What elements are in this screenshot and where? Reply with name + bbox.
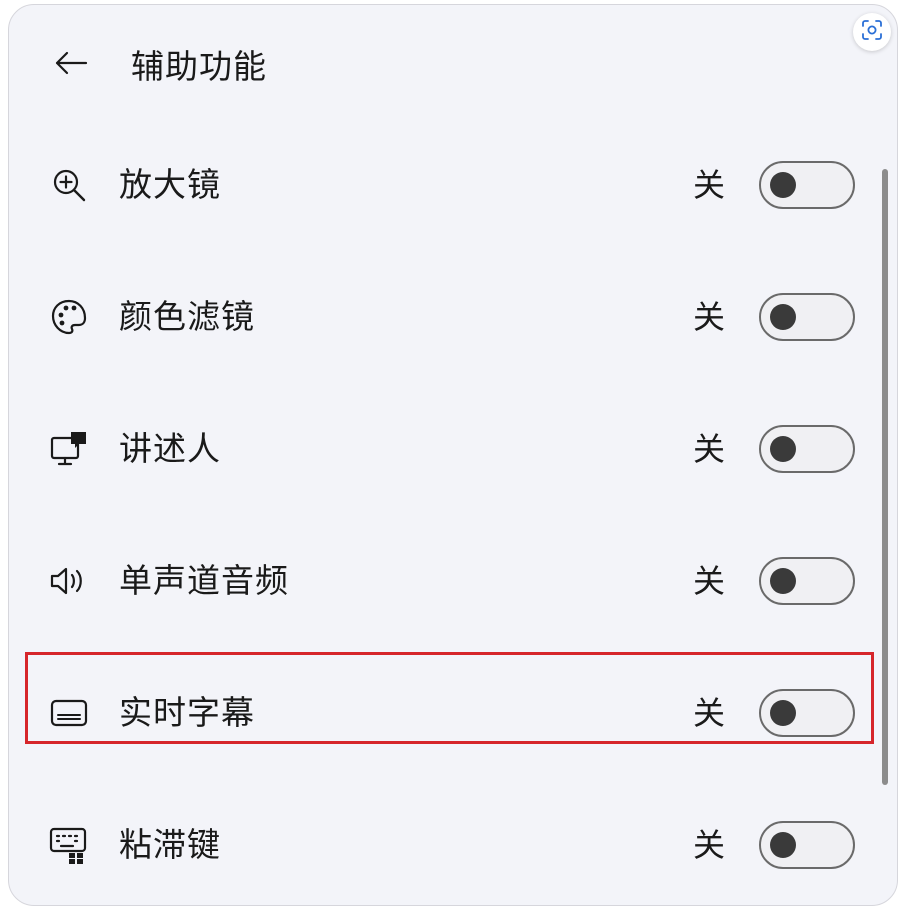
toggle-state-text: 关 (693, 562, 726, 600)
setting-row-narrator[interactable]: 讲述人 关 (9, 403, 881, 495)
setting-row-color-filters[interactable]: 颜色滤镜 关 (9, 271, 881, 363)
accessibility-panel: 辅助功能 放大镜 关 颜色滤镜 关 讲述人 关 单声道音频 关 实时字幕 关 粘… (8, 4, 898, 906)
magnifier-plus-icon (49, 165, 89, 205)
arrow-left-icon (54, 51, 88, 79)
screen-scan-icon (861, 19, 883, 45)
setting-label: 单声道音频 (119, 561, 289, 600)
panel-header: 辅助功能 (9, 5, 897, 115)
setting-row-live-captions[interactable]: 实时字幕 关 (9, 667, 881, 759)
keyboard-icon (49, 825, 89, 865)
back-button[interactable] (49, 43, 93, 87)
magnifier-toggle[interactable] (759, 161, 855, 209)
captions-icon (49, 693, 89, 733)
toggle-state-text: 关 (693, 826, 726, 864)
scrollbar[interactable] (882, 169, 888, 785)
toggle-knob (770, 172, 796, 198)
setting-label: 放大镜 (119, 165, 221, 204)
narrator-toggle[interactable] (759, 425, 855, 473)
palette-icon (49, 297, 89, 337)
toggle-state-text: 关 (693, 166, 726, 204)
narrator-monitor-icon (49, 429, 89, 469)
toggle-state-text: 关 (693, 694, 726, 732)
toggle-state-text: 关 (693, 430, 726, 468)
setting-label: 讲述人 (119, 429, 221, 468)
speaker-icon (49, 561, 89, 601)
toggle-state-text: 关 (693, 298, 726, 336)
toggle-knob (770, 436, 796, 462)
page-title: 辅助功能 (131, 47, 267, 86)
toggle-knob (770, 700, 796, 726)
screen-scan-button[interactable] (853, 13, 891, 51)
setting-label: 颜色滤镜 (119, 297, 255, 336)
toggle-knob (770, 832, 796, 858)
setting-label: 实时字幕 (119, 693, 255, 732)
sticky-keys-toggle[interactable] (759, 821, 855, 869)
setting-row-magnifier[interactable]: 放大镜 关 (9, 139, 881, 231)
live-captions-toggle[interactable] (759, 689, 855, 737)
toggle-knob (770, 568, 796, 594)
setting-row-mono-audio[interactable]: 单声道音频 关 (9, 535, 881, 627)
setting-row-sticky-keys[interactable]: 粘滞键 关 (9, 799, 881, 891)
mono-audio-toggle[interactable] (759, 557, 855, 605)
toggle-knob (770, 304, 796, 330)
color-filters-toggle[interactable] (759, 293, 855, 341)
setting-label: 粘滞键 (119, 825, 221, 864)
